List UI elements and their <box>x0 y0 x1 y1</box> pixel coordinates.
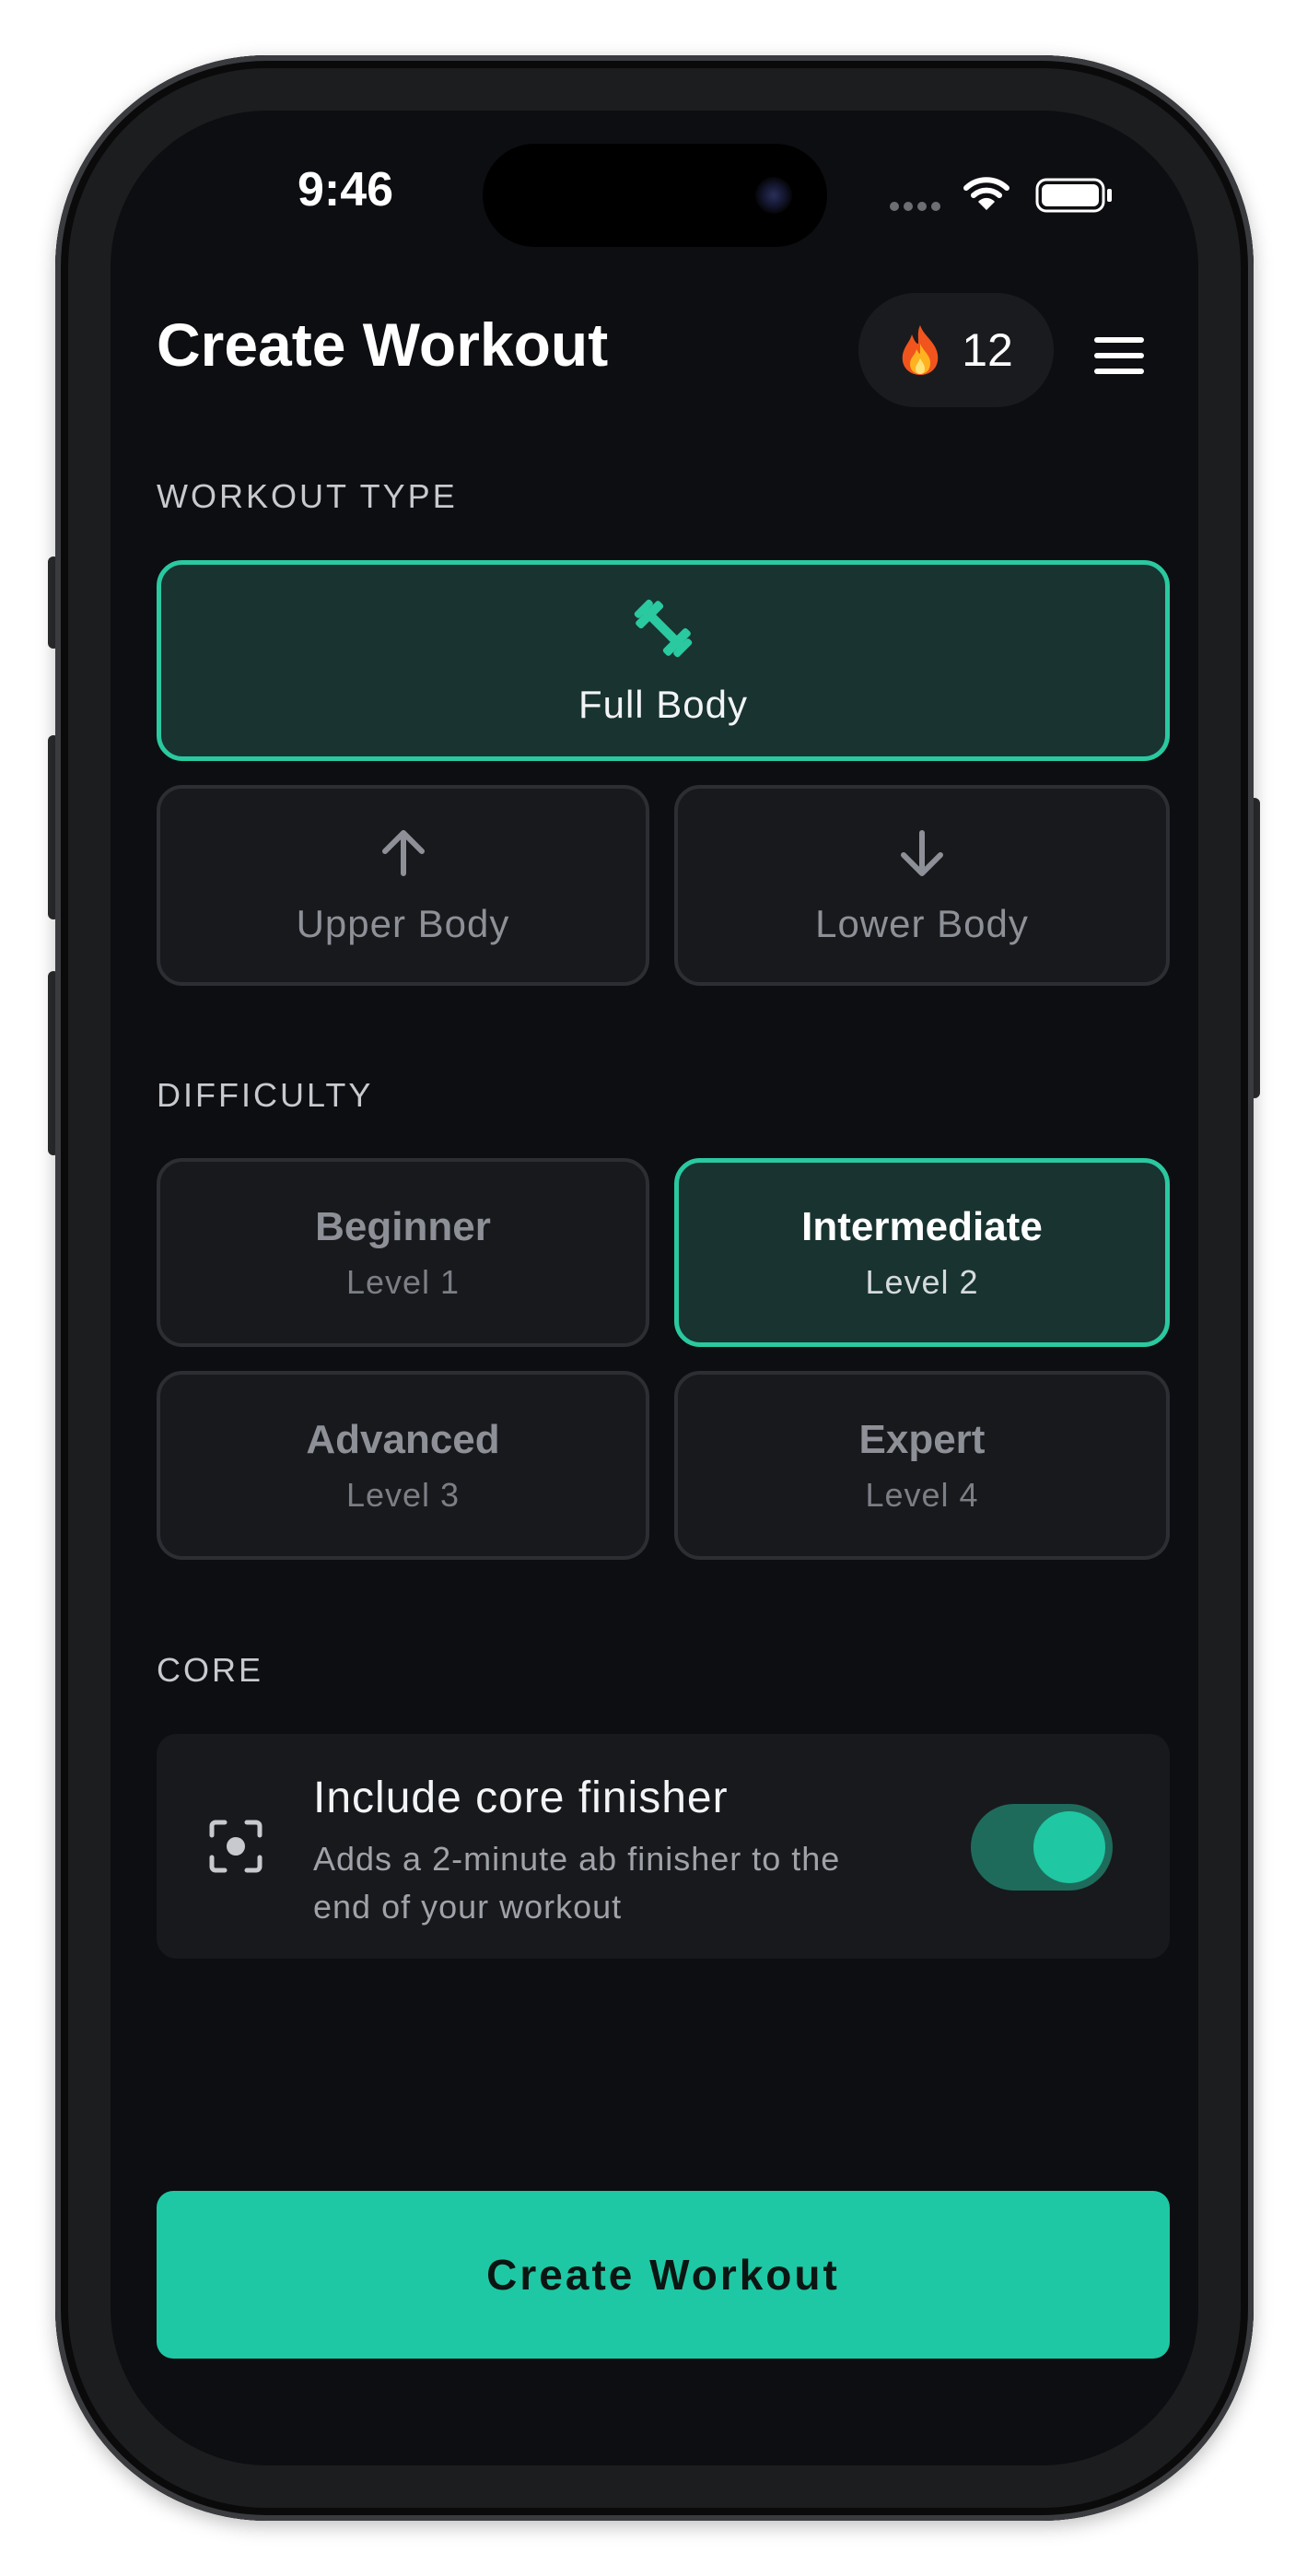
dumbbell-icon <box>630 595 696 666</box>
workout-type-label-lower-body: Lower Body <box>815 901 1029 945</box>
streak-count: 12 <box>962 324 1013 376</box>
workout-type-label: WORKOUT TYPE <box>157 477 458 515</box>
create-workout-button[interactable]: Create Workout <box>157 2191 1170 2359</box>
dynamic-island <box>483 144 827 247</box>
workout-type-full-body[interactable]: Full Body <box>157 560 1170 761</box>
phone-screen: 9:46 Create Workout 12 WORKOUT TYPE Full… <box>111 111 1198 2465</box>
difficulty-level: Level 3 <box>345 1475 461 1514</box>
wifi-icon <box>963 175 1009 217</box>
page-title: Create Workout <box>157 310 609 379</box>
cellular-signal-icon <box>890 199 945 216</box>
streak-badge[interactable]: 12 <box>858 293 1054 407</box>
status-time: 9:46 <box>297 163 394 217</box>
difficulty-title: Advanced <box>306 1416 500 1462</box>
difficulty-level: Level 4 <box>865 1475 979 1514</box>
arrow-up-icon <box>376 825 431 885</box>
difficulty-title: Beginner <box>315 1203 491 1249</box>
menu-icon[interactable] <box>1092 335 1146 381</box>
difficulty-advanced[interactable]: Advanced Level 3 <box>157 1371 649 1560</box>
create-workout-button-label: Create Workout <box>486 2251 840 2299</box>
workout-type-upper-body[interactable]: Upper Body <box>157 785 649 986</box>
core-finisher-row[interactable]: Include core finisher Adds a 2-minute ab… <box>157 1734 1170 1959</box>
difficulty-beginner[interactable]: Beginner Level 1 <box>157 1158 649 1347</box>
workout-type-lower-body[interactable]: Lower Body <box>674 785 1170 986</box>
toggle-knob <box>1033 1811 1105 1883</box>
core-label: CORE <box>157 1651 264 1689</box>
core-finisher-title: Include core finisher <box>313 1774 729 1822</box>
difficulty-level: Level 2 <box>865 1262 979 1301</box>
difficulty-intermediate[interactable]: Intermediate Level 2 <box>674 1158 1170 1347</box>
difficulty-expert[interactable]: Expert Level 4 <box>674 1371 1170 1560</box>
workout-type-label-full-body: Full Body <box>578 682 749 726</box>
workout-type-label-upper-body: Upper Body <box>296 901 510 945</box>
difficulty-title: Intermediate <box>801 1203 1043 1249</box>
front-camera <box>755 177 792 214</box>
battery-icon <box>1035 177 1114 218</box>
core-finisher-description: Adds a 2-minute ab finisher to the end o… <box>313 1840 841 1926</box>
difficulty-level: Level 1 <box>345 1262 461 1301</box>
fire-icon <box>899 323 941 377</box>
core-finisher-toggle[interactable] <box>971 1804 1113 1891</box>
difficulty-title: Expert <box>858 1416 986 1462</box>
core-target-icon <box>208 1819 263 1879</box>
arrow-down-icon <box>894 825 950 885</box>
difficulty-label: DIFFICULTY <box>157 1076 374 1114</box>
